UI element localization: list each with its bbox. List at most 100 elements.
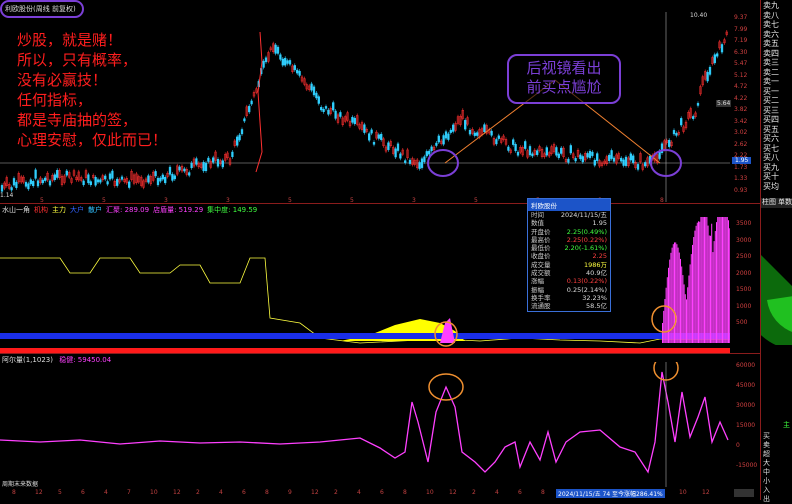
candle-body bbox=[324, 106, 328, 109]
order-level[interactable]: 卖八 bbox=[761, 11, 792, 21]
candle-body bbox=[581, 156, 584, 163]
candle-body bbox=[312, 86, 316, 96]
indicator1-magenta-bar bbox=[674, 242, 675, 343]
indicator1-magenta-bar bbox=[676, 244, 678, 343]
candle-body bbox=[202, 161, 205, 172]
order-level[interactable]: 卖一 bbox=[761, 77, 792, 87]
candle-body bbox=[276, 46, 280, 54]
order-level[interactable]: 买均 bbox=[761, 182, 792, 192]
candle-body bbox=[560, 147, 563, 154]
candle-body bbox=[353, 117, 356, 125]
order-level[interactable]: 卖六 bbox=[761, 30, 792, 40]
bottom-xtick: 7 bbox=[127, 489, 131, 496]
candle-body bbox=[675, 133, 678, 136]
candle-body bbox=[106, 181, 109, 185]
indicator1-axis-label: 2000 bbox=[736, 269, 752, 277]
price-axis-label: 7.19 bbox=[734, 37, 748, 44]
indicator1-magenta-bar bbox=[720, 217, 722, 343]
flow-label: 入 bbox=[763, 486, 770, 494]
indicator1-magenta-bar bbox=[663, 310, 665, 343]
indicator1-magenta-bar bbox=[666, 277, 668, 343]
order-level[interactable]: 买十 bbox=[761, 172, 792, 182]
flow-label: 卖 bbox=[763, 441, 770, 449]
order-level[interactable]: 卖二 bbox=[761, 68, 792, 78]
indicator1-axis: 3500 3000 2500 2000 1500 1000 500 bbox=[736, 220, 762, 350]
info-key: 数值 bbox=[531, 219, 544, 228]
candle-body bbox=[569, 145, 572, 154]
order-level[interactable]: 卖五 bbox=[761, 39, 792, 49]
order-level[interactable]: 卖九 bbox=[761, 1, 792, 11]
candle-body bbox=[591, 151, 594, 156]
indicator2-axis-label: 45000 bbox=[736, 382, 756, 389]
candle-body bbox=[99, 179, 102, 183]
candle-body bbox=[351, 116, 354, 123]
price-axis-label: 3.42 bbox=[734, 117, 748, 125]
candle-body bbox=[236, 136, 239, 146]
order-level[interactable]: 卖七 bbox=[761, 20, 792, 30]
candle-body bbox=[27, 183, 30, 190]
order-level[interactable]: 买七 bbox=[761, 144, 792, 154]
info-value: 2.25(0.22%) bbox=[566, 235, 607, 244]
indicator2-axis-label: 30000 bbox=[736, 402, 756, 409]
candle-body bbox=[317, 96, 320, 104]
info-value: 2024/11/15/五 bbox=[560, 211, 607, 219]
candle-body bbox=[452, 124, 455, 132]
order-level[interactable]: 买二 bbox=[761, 96, 792, 106]
candle-body bbox=[531, 153, 534, 157]
order-level[interactable]: 买五 bbox=[761, 125, 792, 135]
indicator1-magenta-bar bbox=[719, 217, 721, 343]
bottom-xtick: 4 bbox=[357, 489, 361, 496]
order-level[interactable]: 买一 bbox=[761, 87, 792, 97]
candle-body bbox=[610, 150, 613, 159]
indicator1-magenta-bar bbox=[722, 217, 723, 343]
indicator2-chart[interactable] bbox=[0, 362, 730, 487]
order-level[interactable]: 买四 bbox=[761, 115, 792, 125]
indicator1-magenta-bars bbox=[662, 217, 730, 343]
indicator1-magenta-bar bbox=[707, 225, 709, 343]
candle-body bbox=[536, 150, 539, 155]
price-axis-label: 9.37 bbox=[734, 14, 748, 21]
order-level[interactable]: 买六 bbox=[761, 134, 792, 144]
candle-body bbox=[212, 157, 215, 163]
bottom-xtick: 8 bbox=[541, 489, 545, 496]
candle-body bbox=[404, 160, 407, 163]
callout-line-2: 前买点尴尬 bbox=[526, 78, 602, 96]
price-axis-label: 4.22 bbox=[734, 94, 748, 102]
tab-order-count[interactable]: 单数 bbox=[777, 198, 792, 208]
candle-body bbox=[36, 180, 40, 187]
candle-body bbox=[632, 155, 635, 163]
candle-body bbox=[195, 158, 198, 165]
indicator1-magenta-bar bbox=[665, 287, 667, 343]
candle-body bbox=[476, 132, 479, 136]
candle-body bbox=[156, 177, 160, 186]
indicator1-chart[interactable] bbox=[0, 213, 730, 353]
candle-body bbox=[545, 147, 548, 156]
price-axis-label: 3.02 bbox=[734, 129, 748, 136]
indicator1-trend-line bbox=[0, 257, 730, 344]
candle-body bbox=[435, 142, 438, 146]
candle-body bbox=[368, 133, 371, 141]
order-level[interactable]: 买三 bbox=[761, 106, 792, 116]
candle-body bbox=[495, 139, 498, 145]
candle-body bbox=[596, 153, 599, 161]
candle-body bbox=[396, 143, 400, 151]
order-level[interactable]: 卖四 bbox=[761, 49, 792, 59]
candle-body bbox=[327, 109, 330, 115]
bottom-xtick: 12 bbox=[311, 489, 319, 496]
order-level[interactable]: 买八 bbox=[761, 153, 792, 163]
overlay-text-block: 炒股，就是赌！ 所以，只有概率， 没有必赢技！ 任何指标， 都是寺庙抽的签， 心… bbox=[17, 30, 167, 150]
order-level[interactable]: 卖三 bbox=[761, 58, 792, 68]
candle-body bbox=[442, 135, 445, 145]
tab-bar-chart[interactable]: 柱图 bbox=[761, 198, 777, 208]
info-row: 数值 1.95 bbox=[528, 219, 610, 227]
price-axis-label: 5.12 bbox=[734, 71, 748, 79]
price-right-mark: 5.64 bbox=[716, 100, 732, 107]
candle-body bbox=[557, 153, 560, 158]
candle-body bbox=[377, 134, 380, 139]
overlay-line-1: 炒股，就是赌！ bbox=[17, 31, 123, 49]
indicator1-magenta-bar bbox=[700, 217, 702, 343]
order-level[interactable]: 买九 bbox=[761, 163, 792, 173]
price-axis-label: 7.99 bbox=[734, 25, 748, 33]
candle-body bbox=[262, 60, 265, 68]
candle-body bbox=[120, 176, 124, 180]
